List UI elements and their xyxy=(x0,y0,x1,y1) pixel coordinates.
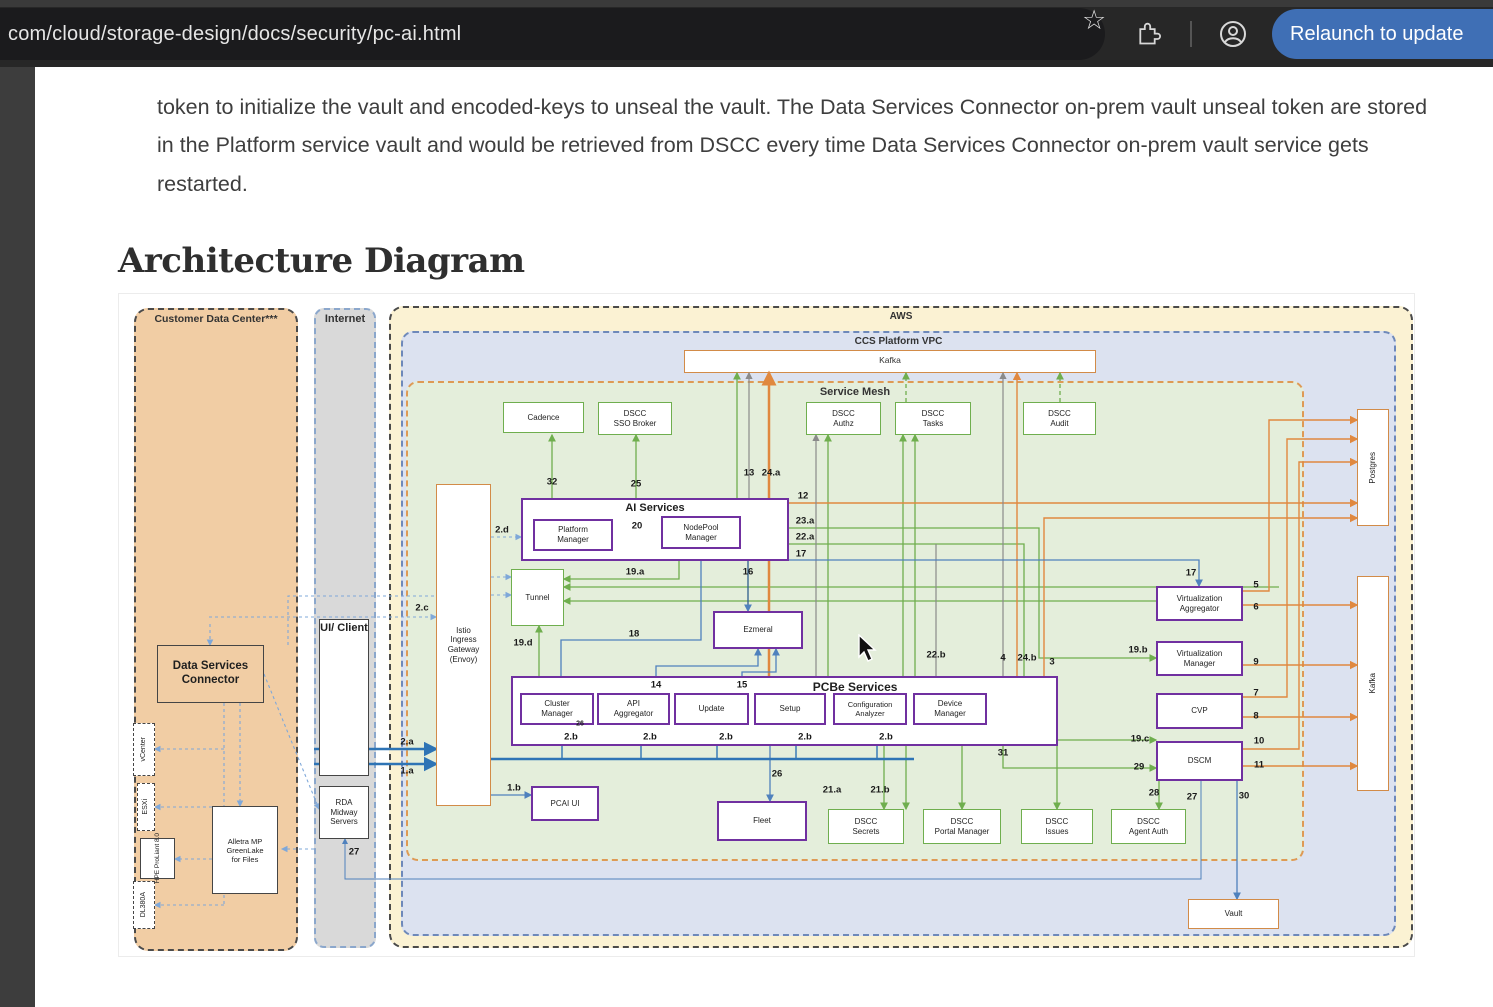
edge-label-31: 31 xyxy=(998,748,1009,759)
edge-label-7: 7 xyxy=(1253,688,1258,699)
edge-label-2.b: 2.b xyxy=(798,732,812,743)
edge-label-14: 14 xyxy=(651,680,662,691)
left-edge-strip xyxy=(0,67,35,1007)
edge-label-20: 20 xyxy=(632,521,643,532)
edge-label-2.b: 2.b xyxy=(564,732,578,743)
edge-label-25: 25 xyxy=(631,479,642,490)
address-bar[interactable]: com/cloud/storage-design/docs/security/p… xyxy=(0,8,1105,60)
edge-label-18: 18 xyxy=(629,629,640,640)
edge-label-2.a: 2.a xyxy=(400,737,413,748)
edge-label-19.a: 19.a xyxy=(626,567,645,578)
window-top-strip xyxy=(0,0,1493,7)
page-title: Architecture Diagram xyxy=(118,241,525,281)
edge-label-27: 27 xyxy=(1187,792,1198,803)
edge-label-22.a: 22.a xyxy=(796,532,815,543)
edge-label-30: 30 xyxy=(1239,791,1250,802)
edge-label-10: 10 xyxy=(1254,736,1265,747)
edge-label-9: 9 xyxy=(1253,657,1258,668)
edge-label-19.d: 19.d xyxy=(513,638,532,649)
browser-toolbar: com/cloud/storage-design/docs/security/p… xyxy=(0,0,1493,67)
edge-label-32: 32 xyxy=(547,477,558,488)
edge-label-27: 27 xyxy=(349,847,360,858)
edge-label-1.b: 1.b xyxy=(507,783,521,794)
url-text: com/cloud/storage-design/docs/security/p… xyxy=(8,23,461,46)
edge-label-29: 29 xyxy=(1134,762,1145,773)
edge-label-19.c: 19.c xyxy=(1131,734,1150,745)
edge-label-1.a: 1.a xyxy=(400,766,413,777)
edge-label-2.b: 2.b xyxy=(719,732,733,743)
edge-label-5: 5 xyxy=(1253,580,1258,591)
edge-label-2.c: 2.c xyxy=(415,603,428,614)
edge-label-23.a: 23.a xyxy=(796,516,815,527)
edge-label-21.b: 21.b xyxy=(870,785,889,796)
edge-label-24.b: 24.b xyxy=(1017,653,1036,664)
edge-label-15: 15 xyxy=(737,680,748,691)
edge-label-28: 28 xyxy=(1149,788,1160,799)
architecture-diagram: Customer Data Center*** Internet AWS CCS… xyxy=(118,293,1415,957)
edge-label-17: 17 xyxy=(1186,568,1197,579)
bookmark-star-icon[interactable]: ☆ xyxy=(1082,7,1106,34)
edge-label-6: 6 xyxy=(1253,602,1258,613)
edge-label-11: 11 xyxy=(1254,760,1264,771)
edge-label-22.b: 22.b xyxy=(926,650,945,661)
edge-label-17: 17 xyxy=(796,549,807,560)
edge-label-12: 12 xyxy=(798,491,809,502)
edge-label-3: 3 xyxy=(1049,657,1054,668)
edge-label-2.d: 2.d xyxy=(495,525,509,536)
edge-label-24.a: 24.a xyxy=(762,468,781,479)
relaunch-button[interactable]: Relaunch to update xyxy=(1272,9,1493,59)
extensions-icon[interactable] xyxy=(1134,21,1162,47)
edge-label-2.b: 2.b xyxy=(879,732,893,743)
toolbar-separator xyxy=(1190,21,1192,47)
edge-label-21.a: 21.a xyxy=(823,785,842,796)
edge-label-2.b: 2.b xyxy=(643,732,657,743)
edge-label-13: 13 xyxy=(744,468,755,479)
edge-label-19.b: 19.b xyxy=(1128,645,1147,656)
edge-label-26: 26 xyxy=(772,769,783,780)
edge-label-16: 16 xyxy=(743,567,754,578)
edge-label-26: 26 xyxy=(576,721,584,728)
profile-icon[interactable] xyxy=(1218,19,1248,49)
diagram-edge-labels: 32 25 13 24.a 12 23.a 22.a 17 2.d 20 19.a 16 18 19.d 2… xyxy=(119,294,1414,956)
body-paragraph: token to initialize the vault and encode… xyxy=(157,88,1435,204)
mouse-cursor xyxy=(857,634,879,669)
edge-label-4: 4 xyxy=(1000,653,1005,664)
edge-label-8: 8 xyxy=(1253,711,1258,722)
